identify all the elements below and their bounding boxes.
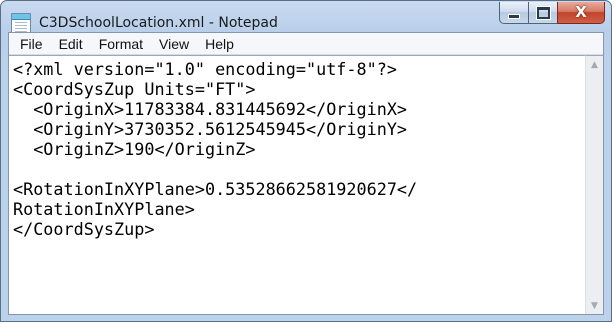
scroll-down-button[interactable]: ▼ xyxy=(586,297,603,314)
arrow-down-icon: ▼ xyxy=(591,300,598,311)
maximize-button[interactable] xyxy=(528,2,557,24)
menu-view[interactable]: View xyxy=(151,33,197,55)
maximize-icon xyxy=(536,6,550,19)
close-icon: X xyxy=(575,3,587,21)
menu-edit[interactable]: Edit xyxy=(51,33,91,55)
window-title: C3DSchoolLocation.xml - Notepad xyxy=(39,15,278,31)
arrow-up-icon: ▲ xyxy=(591,59,598,70)
text-editor[interactable]: <?xml version="1.0" encoding="utf-8"?> <… xyxy=(9,55,585,314)
menu-file[interactable]: File xyxy=(12,33,51,55)
client-area: File Edit Format View Help <?xml version… xyxy=(8,32,604,315)
minimize-icon xyxy=(508,14,520,19)
menu-format[interactable]: Format xyxy=(91,33,151,55)
menu-bar: File Edit Format View Help xyxy=(9,33,603,55)
menu-help[interactable]: Help xyxy=(197,33,242,55)
scroll-up-button[interactable]: ▲ xyxy=(586,56,603,73)
close-button[interactable]: X xyxy=(557,2,605,24)
minimize-button[interactable] xyxy=(499,2,528,24)
editor-content[interactable]: <?xml version="1.0" encoding="utf-8"?> <… xyxy=(9,56,585,239)
vertical-scrollbar[interactable]: ▲ ▼ xyxy=(585,55,603,314)
notepad-window: C3DSchoolLocation.xml - Notepad X File E… xyxy=(0,0,612,322)
caption-buttons: X xyxy=(499,2,605,26)
